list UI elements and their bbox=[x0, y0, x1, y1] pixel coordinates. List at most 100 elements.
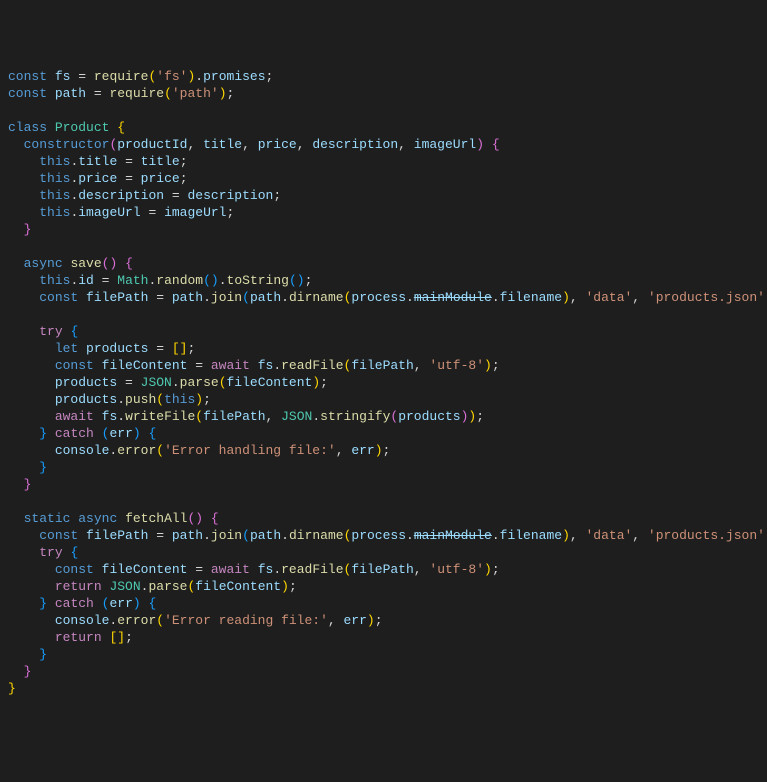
code-line[interactable]: const filePath = path.join(path.dirname(… bbox=[8, 527, 767, 544]
code-line[interactable]: console.error('Error handling file:', er… bbox=[8, 442, 767, 459]
code-line[interactable]: console.error('Error reading file:', err… bbox=[8, 612, 767, 629]
code-token: async bbox=[78, 511, 117, 526]
code-token: await bbox=[211, 562, 250, 577]
code-line[interactable]: constructor(productId, title, price, des… bbox=[8, 136, 767, 153]
code-token: } bbox=[39, 596, 47, 611]
code-token: products bbox=[55, 375, 117, 390]
code-line[interactable]: const path = require('path'); bbox=[8, 85, 767, 102]
code-token: ) bbox=[375, 443, 383, 458]
code-token: constructor bbox=[24, 137, 110, 152]
code-line[interactable]: this.id = Math.random().toString(); bbox=[8, 272, 767, 289]
code-line[interactable] bbox=[8, 102, 767, 119]
code-token: filePath bbox=[351, 562, 413, 577]
code-token bbox=[8, 188, 39, 203]
code-token: ; bbox=[273, 188, 281, 203]
code-token: ) bbox=[195, 511, 203, 526]
code-token bbox=[8, 392, 55, 407]
code-token: const bbox=[39, 528, 78, 543]
code-token: filename bbox=[500, 290, 562, 305]
code-token: , bbox=[336, 443, 352, 458]
code-line[interactable]: static async fetchAll() { bbox=[8, 510, 767, 527]
code-token: JSON bbox=[141, 375, 172, 390]
code-token: = bbox=[117, 154, 140, 169]
code-token bbox=[8, 205, 39, 220]
code-token bbox=[8, 222, 24, 237]
code-token bbox=[47, 86, 55, 101]
code-line[interactable]: } bbox=[8, 646, 767, 663]
code-token bbox=[8, 664, 24, 679]
code-token bbox=[8, 137, 24, 152]
code-line[interactable]: } bbox=[8, 476, 767, 493]
code-token: fs bbox=[258, 358, 274, 373]
code-token bbox=[47, 426, 55, 441]
code-line[interactable]: } bbox=[8, 663, 767, 680]
code-token: [ bbox=[109, 630, 117, 645]
code-line[interactable]: this.imageUrl = imageUrl; bbox=[8, 204, 767, 221]
code-line[interactable]: return JSON.parse(fileContent); bbox=[8, 578, 767, 595]
code-token: path bbox=[55, 86, 86, 101]
code-line[interactable]: } bbox=[8, 459, 767, 476]
code-token: parse bbox=[180, 375, 219, 390]
code-token: err bbox=[351, 443, 374, 458]
code-token: . bbox=[406, 528, 414, 543]
code-line[interactable]: const fileContent = await fs.readFile(fi… bbox=[8, 357, 767, 374]
code-token: imageUrl bbox=[78, 205, 140, 220]
code-line[interactable]: this.title = title; bbox=[8, 153, 767, 170]
code-token bbox=[8, 375, 55, 390]
code-token: filePath bbox=[351, 358, 413, 373]
code-token bbox=[94, 358, 102, 373]
code-token: ( bbox=[156, 443, 164, 458]
code-line[interactable]: const filePath = path.join(path.dirname(… bbox=[8, 289, 767, 306]
code-token: = bbox=[86, 86, 109, 101]
code-line[interactable] bbox=[8, 238, 767, 255]
code-token: = bbox=[117, 171, 140, 186]
code-token: , bbox=[297, 137, 313, 152]
code-token: static bbox=[24, 511, 71, 526]
code-token: } bbox=[39, 460, 47, 475]
code-token: = bbox=[187, 562, 210, 577]
code-line[interactable]: } catch (err) { bbox=[8, 595, 767, 612]
code-line[interactable]: return []; bbox=[8, 629, 767, 646]
code-line[interactable]: } bbox=[8, 221, 767, 238]
code-token: = bbox=[164, 188, 187, 203]
code-line[interactable]: this.description = description; bbox=[8, 187, 767, 204]
code-token: fs bbox=[102, 409, 118, 424]
code-line[interactable]: products = JSON.parse(fileContent); bbox=[8, 374, 767, 391]
code-token bbox=[8, 647, 39, 662]
code-token: require bbox=[94, 69, 149, 84]
code-token: error bbox=[117, 443, 156, 458]
code-token: ; bbox=[180, 171, 188, 186]
code-token bbox=[8, 273, 39, 288]
code-line[interactable] bbox=[8, 493, 767, 510]
code-token: readFile bbox=[281, 562, 343, 577]
code-line[interactable] bbox=[8, 306, 767, 323]
code-line[interactable]: products.push(this); bbox=[8, 391, 767, 408]
code-token: try bbox=[39, 324, 62, 339]
code-line[interactable]: try { bbox=[8, 323, 767, 340]
code-token: . bbox=[195, 69, 203, 84]
code-token: fs bbox=[55, 69, 71, 84]
code-line[interactable]: async save() { bbox=[8, 255, 767, 272]
code-line[interactable]: try { bbox=[8, 544, 767, 561]
code-token: , bbox=[187, 137, 203, 152]
code-token: join bbox=[211, 528, 242, 543]
code-line[interactable]: const fileContent = await fs.readFile(fi… bbox=[8, 561, 767, 578]
code-token: ) bbox=[484, 562, 492, 577]
code-line[interactable]: let products = []; bbox=[8, 340, 767, 357]
code-token: fileContent bbox=[102, 358, 188, 373]
code-token: . bbox=[117, 392, 125, 407]
code-token bbox=[141, 596, 149, 611]
code-line[interactable]: await fs.writeFile(filePath, JSON.string… bbox=[8, 408, 767, 425]
code-line[interactable]: } catch (err) { bbox=[8, 425, 767, 442]
code-token: this bbox=[164, 392, 195, 407]
code-line[interactable]: class Product { bbox=[8, 119, 767, 136]
code-token bbox=[94, 562, 102, 577]
code-editor[interactable]: const fs = require('fs').promises;const … bbox=[8, 68, 767, 697]
code-token: const bbox=[8, 86, 47, 101]
code-token bbox=[47, 120, 55, 135]
code-token: this bbox=[39, 273, 70, 288]
code-line[interactable]: const fs = require('fs').promises; bbox=[8, 68, 767, 85]
code-token: price bbox=[78, 171, 117, 186]
code-line[interactable]: } bbox=[8, 680, 767, 697]
code-line[interactable]: this.price = price; bbox=[8, 170, 767, 187]
